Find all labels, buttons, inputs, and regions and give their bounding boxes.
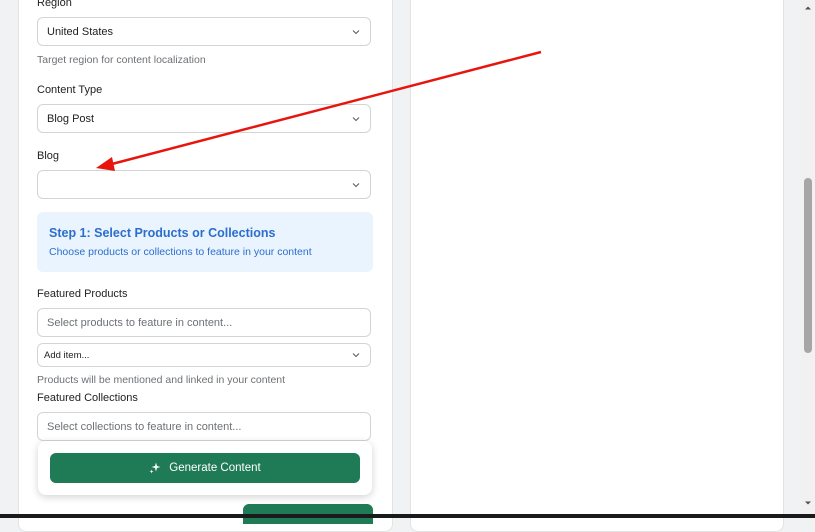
featured-collections-input[interactable]: Select collections to feature in content… [37,412,371,441]
generate-content-label: Generate Content [169,462,261,474]
region-select[interactable]: United States [37,17,371,46]
region-value: United States [47,25,114,38]
sparkle-icon [149,462,161,474]
step1-title: Step 1: Select Products or Collections [49,226,276,240]
generate-content-button[interactable]: Generate Content [50,453,360,483]
scroll-up-icon[interactable] [803,3,813,13]
blog-select[interactable] [37,170,371,199]
featured-products-label: Featured Products [37,288,128,300]
featured-products-help: Products will be mentioned and linked in… [37,374,286,386]
generate-popover: Generate Content [38,441,372,495]
step1-callout: Step 1: Select Products or Collections C… [37,212,373,272]
preview-card [410,0,784,532]
chevron-down-icon [352,182,360,187]
step1-subtitle: Choose products or collections to featur… [49,246,312,258]
scrollbar-thumb[interactable] [804,178,812,353]
scroll-down-icon[interactable] [803,498,813,508]
featured-products-placeholder: Select products to feature in content... [47,316,233,329]
featured-products-input[interactable]: Select products to feature in content... [37,308,371,337]
chevron-down-icon [352,353,360,358]
taskbar-edge [0,514,815,518]
add-product-select[interactable]: Add item... [37,343,371,367]
region-help: Target region for content localization [37,54,206,66]
add-item-label: Add item... [44,349,90,361]
featured-collections-placeholder: Select collections to feature in content… [47,420,242,433]
content-type-label: Content Type [37,84,103,96]
content-type-value: Blog Post [47,112,95,125]
featured-collections-label: Featured Collections [37,392,138,404]
chevron-down-icon [352,29,360,34]
region-label: Region [37,0,72,9]
blog-label: Blog [37,150,60,162]
content-type-select[interactable]: Blog Post [37,104,371,133]
chevron-down-icon [352,116,360,121]
